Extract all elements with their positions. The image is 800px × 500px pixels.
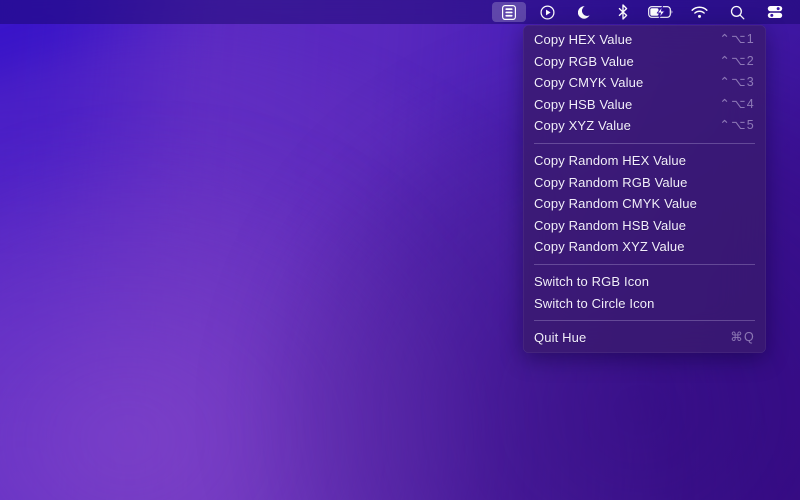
menu-separator-3 (534, 320, 755, 322)
status-item-wifi[interactable] (682, 2, 716, 22)
search-icon (730, 5, 745, 20)
menu-item-shortcut: ⌃⌥1 (719, 32, 755, 46)
menu-item-label: Copy XYZ Value (534, 118, 631, 134)
bluetooth-icon (617, 4, 629, 20)
menu-item-label: Quit Hue (534, 330, 587, 346)
menu-item-label: Copy Random HEX Value (534, 152, 687, 168)
menu-item-copy-random-xyz-value[interactable]: Copy Random XYZ Value (523, 236, 766, 258)
status-item-bluetooth[interactable] (606, 2, 640, 22)
menu-item-label: Copy Random RGB Value (534, 174, 688, 190)
desktop: Copy HEX Value ⌃⌥1 Copy RGB Value ⌃⌥2 Co… (0, 0, 800, 500)
menu-item-copy-hex-value[interactable]: Copy HEX Value ⌃⌥1 (523, 29, 766, 51)
menu-item-label: Copy Random XYZ Value (534, 239, 685, 255)
menu-item-shortcut: ⌃⌥2 (719, 53, 755, 68)
record-circle-icon (539, 4, 555, 20)
wifi-icon (690, 6, 708, 19)
hue-dropdown-menu: Copy HEX Value ⌃⌥1 Copy RGB Value ⌃⌥2 Co… (523, 25, 766, 353)
control-center-icon (767, 5, 783, 19)
menu-group-copy-random-value: Copy Random HEX Value Copy Random RGB Va… (523, 150, 766, 258)
menu-item-copy-random-cmyk-value[interactable]: Copy Random CMYK Value (523, 193, 766, 215)
menu-item-label: Copy HEX Value (534, 32, 633, 47)
menu-item-label: Copy HSB Value (534, 96, 633, 112)
menu-item-shortcut: ⌃⌥4 (719, 96, 755, 111)
status-items-group (490, 0, 800, 24)
menu-item-copy-xyz-value[interactable]: Copy XYZ Value ⌃⌥5 (523, 115, 766, 137)
status-item-screen-recording[interactable] (530, 2, 564, 22)
menu-item-copy-random-hsb-value[interactable]: Copy Random HSB Value (523, 215, 766, 237)
menu-item-label: Switch to RGB Icon (534, 273, 650, 289)
menu-item-quit-hue[interactable]: Quit Hue ⌘Q (523, 327, 766, 349)
menu-item-copy-cmyk-value[interactable]: Copy CMYK Value ⌃⌥3 (523, 72, 766, 94)
status-item-spotlight-search[interactable] (720, 2, 754, 22)
menu-item-switch-to-circle-icon[interactable]: Switch to Circle Icon (523, 293, 766, 315)
status-item-do-not-disturb[interactable] (568, 2, 602, 22)
menu-group-application: Quit Hue ⌘Q (523, 327, 766, 349)
status-item-hue-menu-extra[interactable] (492, 2, 526, 22)
menu-item-copy-rgb-value[interactable]: Copy RGB Value ⌃⌥2 (523, 51, 766, 73)
menu-item-copy-hsb-value[interactable]: Copy HSB Value ⌃⌥4 (523, 94, 766, 116)
menu-item-label: Copy CMYK Value (534, 75, 644, 91)
status-item-control-center[interactable] (758, 2, 792, 22)
status-item-battery[interactable] (644, 2, 678, 22)
menu-bar (0, 0, 800, 24)
menu-item-shortcut: ⌘Q (730, 330, 755, 345)
battery-charging-icon (648, 5, 674, 19)
menu-item-label: Copy RGB Value (534, 53, 634, 69)
menu-item-switch-to-rgb-icon[interactable]: Switch to RGB Icon (523, 271, 766, 293)
menu-item-copy-random-hex-value[interactable]: Copy Random HEX Value (523, 150, 766, 172)
moon-icon (578, 5, 592, 20)
menu-item-copy-random-rgb-value[interactable]: Copy Random RGB Value (523, 172, 766, 194)
menu-item-label: Switch to Circle Icon (534, 295, 655, 311)
menu-item-shortcut: ⌃⌥3 (719, 75, 755, 90)
menu-separator-1 (534, 142, 755, 144)
menu-group-copy-current-value: Copy HEX Value ⌃⌥1 Copy RGB Value ⌃⌥2 Co… (523, 29, 766, 137)
menu-item-shortcut: ⌃⌥5 (719, 118, 755, 133)
menu-separator-2 (534, 263, 755, 265)
hue-list-icon (502, 4, 516, 20)
menu-item-label: Copy Random CMYK Value (534, 196, 698, 212)
menu-item-label: Copy Random HSB Value (534, 217, 687, 233)
menu-group-icon-style: Switch to RGB Icon Switch to Circle Icon (523, 271, 766, 314)
